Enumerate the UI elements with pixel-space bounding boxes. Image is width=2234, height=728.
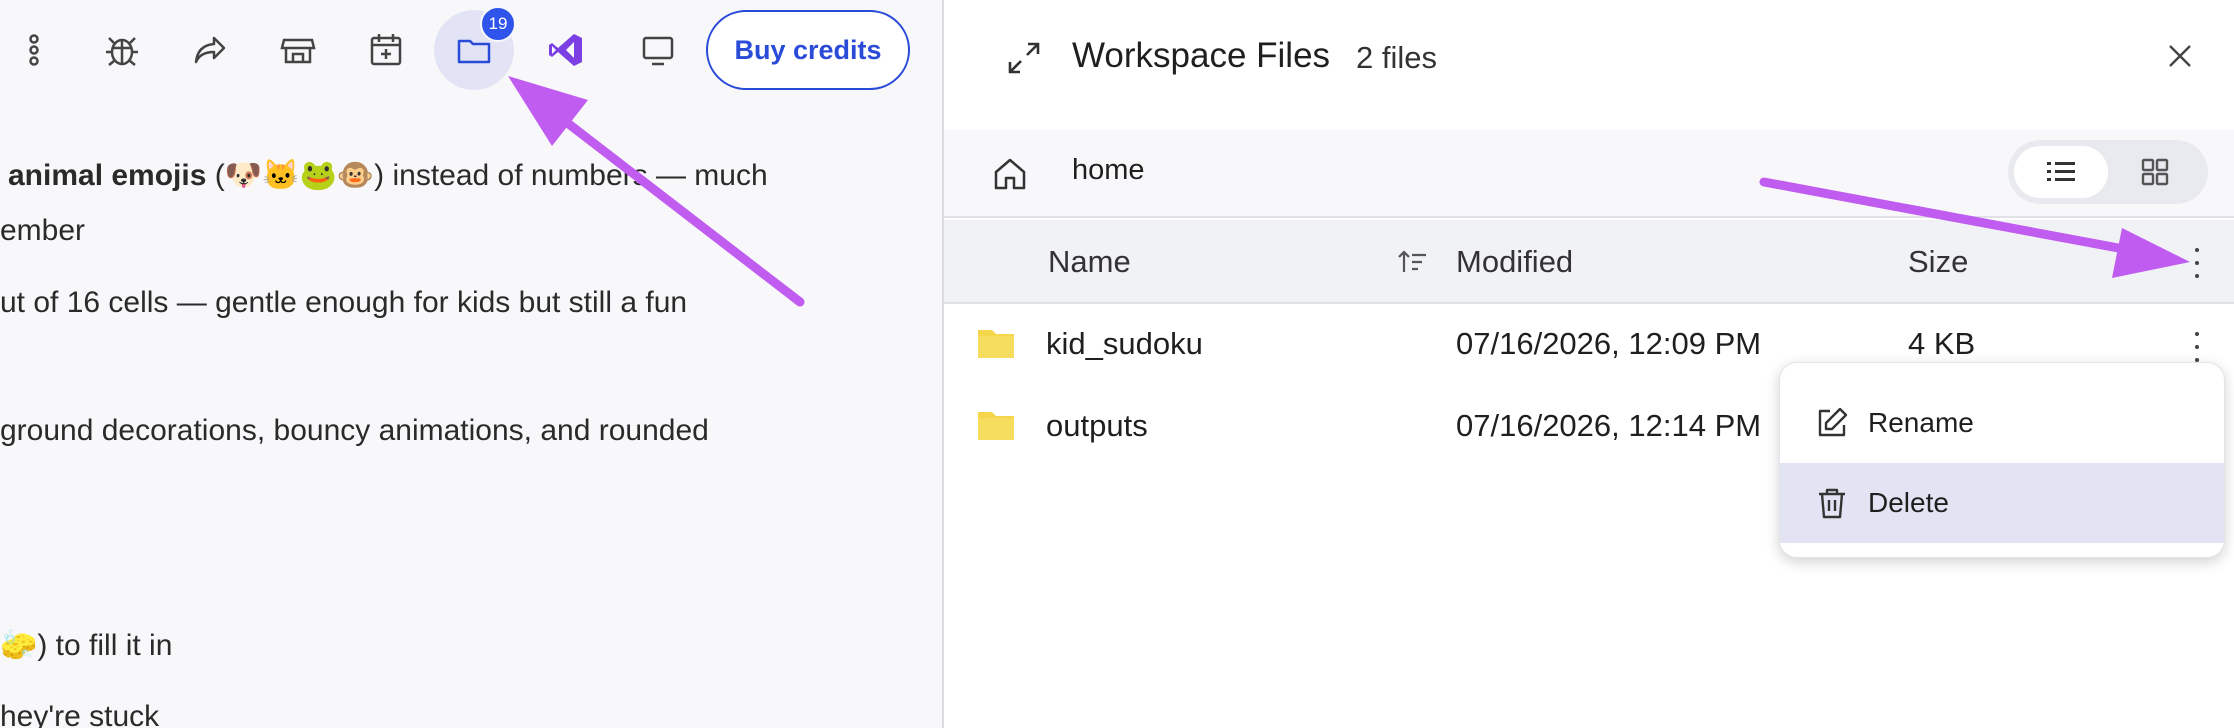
table-header: Name Modified Size <box>944 220 2234 304</box>
trash-icon <box>1819 488 1845 519</box>
file-name[interactable]: outputs <box>1046 408 1148 444</box>
rename-label: Rename <box>1868 407 1974 438</box>
chat-text-line: ut of 16 cells — gentle enough for kids … <box>0 286 688 319</box>
chat-text-line: ember <box>0 214 86 247</box>
calendar-add-icon[interactable] <box>356 20 416 80</box>
edit-icon <box>1818 407 1848 437</box>
file-modified: 07/16/2026, 12:14 PM <box>1456 408 1762 443</box>
sort-icon[interactable] <box>1396 246 1430 278</box>
chat-text-line: 🧽) to fill it in <box>0 629 173 662</box>
chat-text: (🐶🐱🐸🐵) instead of numbers — much <box>206 159 768 192</box>
delete-menu-item[interactable]: Delete <box>1780 463 2224 543</box>
bug-icon[interactable] <box>92 20 152 80</box>
chat-pane: 19 Buy credits animal emojis (🐶🐱🐸🐵) inst… <box>0 0 943 728</box>
file-modified: 07/16/2026, 12:09 PM <box>1456 326 1762 361</box>
home-icon[interactable] <box>990 154 1030 194</box>
header-more-icon[interactable] <box>2192 248 2202 278</box>
column-name-header[interactable]: Name <box>1048 244 1131 280</box>
share-icon[interactable] <box>180 20 240 80</box>
visual-studio-icon[interactable] <box>536 20 596 80</box>
column-size-header[interactable]: Size <box>1908 244 1968 280</box>
store-icon[interactable] <box>268 20 328 80</box>
chat-bold-text: animal emojis <box>8 159 207 192</box>
panel-title: Workspace Files <box>1072 36 1331 75</box>
chat-text-line: hey're stuck <box>0 700 160 728</box>
monitor-icon[interactable] <box>628 20 688 80</box>
file-count: 2 files <box>1356 40 1437 75</box>
buy-credits-button[interactable]: Buy credits <box>706 10 910 90</box>
grid-icon <box>2141 158 2169 186</box>
file-name[interactable]: kid_sudoku <box>1046 326 1203 362</box>
chat-text-line: animal emojis (🐶🐱🐸🐵) instead of numbers … <box>8 158 768 193</box>
grid-view-button[interactable] <box>2108 146 2202 198</box>
delete-label: Delete <box>1868 487 1949 518</box>
folder-icon <box>978 330 1014 358</box>
file-size: 4 KB <box>1908 326 1976 361</box>
view-toggle <box>2008 140 2208 204</box>
expand-icon[interactable] <box>1004 38 1044 78</box>
files-count-badge: 19 <box>480 6 516 42</box>
list-view-button[interactable] <box>2014 146 2108 198</box>
close-icon[interactable] <box>2164 40 2196 72</box>
breadcrumb-home[interactable]: home <box>1072 154 1145 187</box>
list-icon <box>2047 162 2075 181</box>
context-menu: Rename Delete <box>1779 362 2225 558</box>
folder-icon <box>978 412 1014 440</box>
column-modified-header[interactable]: Modified <box>1456 244 1573 280</box>
more-vert-icon[interactable] <box>4 20 64 80</box>
rename-menu-item[interactable]: Rename <box>1780 383 2224 463</box>
files-button[interactable]: 19 <box>434 6 516 90</box>
row-more-icon[interactable] <box>2192 332 2202 362</box>
breadcrumb: home <box>944 130 2234 218</box>
chat-text-line: ground decorations, bouncy animations, a… <box>0 414 709 447</box>
